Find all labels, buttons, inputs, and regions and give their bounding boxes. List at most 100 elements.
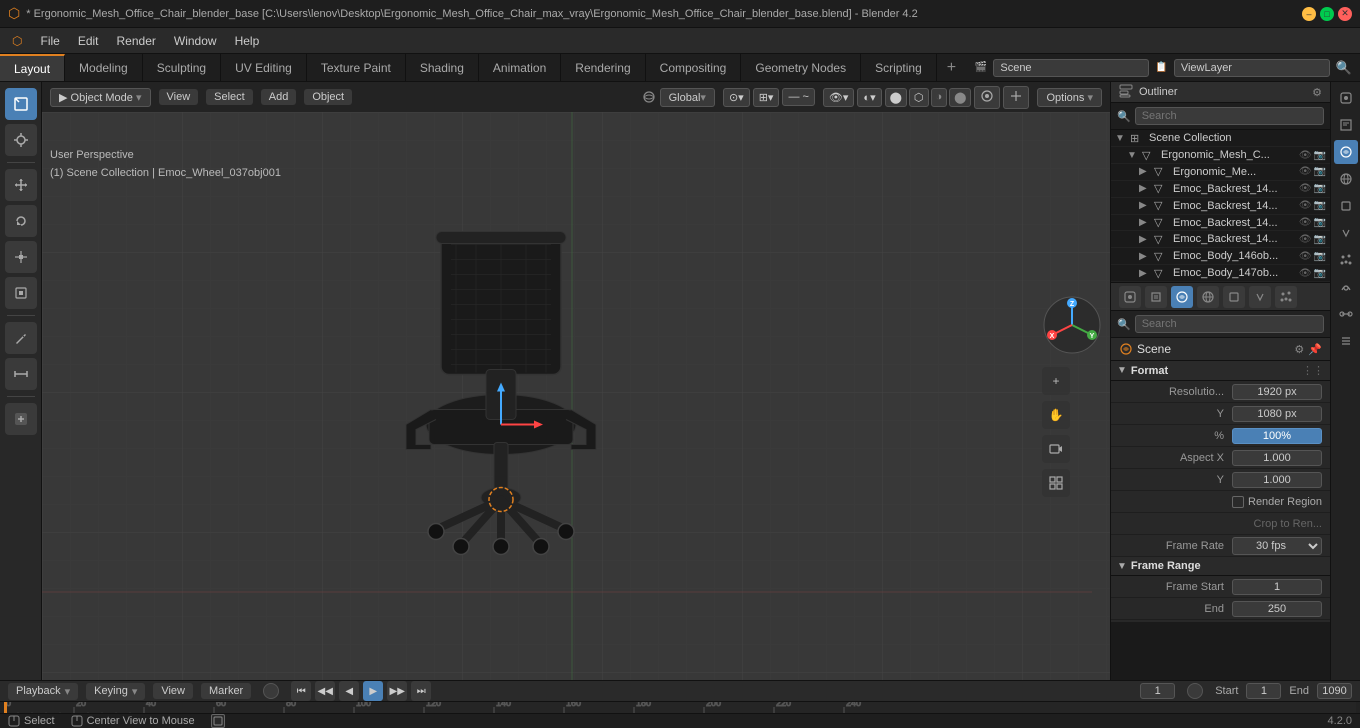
maximize-button[interactable]: □ [1320, 7, 1334, 21]
modifier-props-btn[interactable] [1249, 286, 1271, 308]
viewport-shading-btn[interactable]: ◐▾ [857, 88, 881, 107]
frame-rate-select[interactable]: 30 fps 24 fps 60 fps [1232, 537, 1322, 555]
tab-animation[interactable]: Animation [479, 54, 561, 81]
grid-view-nav[interactable] [1042, 469, 1070, 497]
tab-modeling[interactable]: Modeling [65, 54, 143, 81]
zoom-in-nav[interactable]: + [1042, 367, 1070, 395]
minimize-button[interactable]: – [1302, 7, 1316, 21]
eye-icon-5[interactable]: 👁 [1299, 234, 1312, 245]
camera-icon-1[interactable]: 📷 [1314, 166, 1326, 177]
viewport-3d[interactable]: ▶ Object Mode ▾ View Select Add Object G… [42, 82, 1110, 680]
object-mode-selector[interactable]: ▶ Object Mode ▾ [50, 88, 151, 107]
eye-icon-3[interactable]: 👁 [1299, 200, 1312, 211]
tree-item-5[interactable]: ▶ ▽ Emoc_Backrest_14... 👁 📷 [1111, 231, 1330, 248]
tree-item-1[interactable]: ▶ ▽ Ergonomic_Me... 👁 📷 [1111, 164, 1330, 181]
eye-icon-7[interactable]: 👁 [1299, 268, 1312, 279]
format-menu-icon[interactable]: ⋮⋮ [1302, 364, 1324, 377]
eye-icon-1[interactable]: 👁 [1299, 166, 1312, 177]
scale-tool[interactable] [5, 241, 37, 273]
jump-to-start-button[interactable]: ⏮ [291, 681, 311, 701]
scene-props-btn[interactable] [1171, 286, 1193, 308]
menu-window[interactable]: Window [166, 32, 225, 50]
output-props-btn[interactable] [1145, 286, 1167, 308]
3d-scene[interactable]: User Perspective (1) Scene Collection | … [42, 112, 1110, 680]
shading-mode-btn[interactable]: 👁▾ [823, 88, 855, 107]
scene-selector[interactable] [993, 59, 1149, 77]
viewport-view-menu[interactable]: View [159, 89, 199, 105]
speed-control[interactable] [1187, 683, 1203, 699]
world-props-btn[interactable] [1197, 286, 1219, 308]
format-section-header[interactable]: ▼ Format ⋮⋮ [1111, 361, 1330, 381]
current-frame-input[interactable] [1140, 683, 1175, 699]
physics-properties-icon[interactable] [1334, 275, 1358, 299]
camera-icon-6[interactable]: 📷 [1314, 251, 1326, 262]
tree-item-7[interactable]: ▶ ▽ Emoc_Body_147ob... 👁 📷 [1111, 265, 1330, 282]
select-box-tool[interactable] [5, 88, 37, 120]
tab-sculpting[interactable]: Sculpting [143, 54, 221, 81]
add-workspace-button[interactable]: + [937, 54, 966, 81]
play-reverse-button[interactable]: ◀ [339, 681, 359, 701]
tab-layout[interactable]: Layout [0, 54, 65, 81]
measure-tool[interactable] [5, 358, 37, 390]
scene-collection-root[interactable]: ▼ ⊞ Scene Collection [1111, 130, 1330, 147]
tab-rendering[interactable]: Rendering [561, 54, 645, 81]
aspect-y-input[interactable] [1232, 472, 1322, 488]
menu-file[interactable]: File [32, 32, 67, 50]
camera-icon-2[interactable]: 📷 [1314, 183, 1326, 194]
object-properties-icon[interactable] [1334, 194, 1358, 218]
tab-compositing[interactable]: Compositing [646, 54, 742, 81]
play-button[interactable]: ▶ [363, 681, 383, 701]
eye-icon-6[interactable]: 👁 [1299, 251, 1312, 262]
marker-menu[interactable]: Marker [201, 683, 251, 699]
playback-menu[interactable]: Playback ▾ [8, 683, 78, 700]
step-back-button[interactable]: ◀◀ [315, 681, 335, 701]
particles-properties-icon[interactable] [1334, 248, 1358, 272]
keying-menu[interactable]: Keying ▾ [86, 683, 145, 700]
frame-range-section-header[interactable]: ▼ Frame Range [1111, 557, 1330, 576]
outliner-search-input[interactable] [1135, 107, 1324, 125]
close-button[interactable]: ✕ [1338, 7, 1352, 21]
scene-settings-icon[interactable]: ⚙ [1294, 343, 1304, 356]
tab-shading[interactable]: Shading [406, 54, 479, 81]
tree-item-3[interactable]: ▶ ▽ Emoc_Backrest_14... 👁 📷 [1111, 198, 1330, 215]
properties-search-input[interactable] [1135, 315, 1324, 333]
pin-icon[interactable]: 📌 [1308, 343, 1322, 356]
options-btn[interactable]: Options ▾ [1037, 88, 1102, 107]
viewport-select-menu[interactable]: Select [206, 89, 253, 105]
menu-help[interactable]: Help [227, 32, 268, 50]
view-layer-selector[interactable] [1174, 59, 1330, 77]
view-menu-timeline[interactable]: View [153, 683, 193, 699]
add-object-tool[interactable] [5, 403, 37, 435]
snap-btn[interactable]: ⊞▾ [753, 88, 780, 107]
camera-icon-7[interactable]: 📷 [1314, 268, 1326, 279]
end-frame-input[interactable] [1317, 683, 1352, 699]
render-shading[interactable]: ⬤ [949, 88, 971, 107]
scene-properties-icon[interactable] [1334, 140, 1358, 164]
viewport-add-menu[interactable]: Add [261, 89, 297, 105]
menu-blender[interactable]: ⬡ [4, 32, 30, 50]
object-props-btn[interactable] [1223, 286, 1245, 308]
transform-tool[interactable] [5, 277, 37, 309]
wireframe-shading[interactable]: ⬡ [909, 88, 929, 107]
render-props-btn[interactable] [1119, 286, 1141, 308]
menu-edit[interactable]: Edit [70, 32, 107, 50]
material-shading[interactable]: ◑ [931, 88, 948, 107]
jump-to-end-button[interactable]: ⏭ [411, 681, 431, 701]
outliner-filter[interactable]: ⚙ [1312, 86, 1322, 99]
tab-geometry-nodes[interactable]: Geometry Nodes [741, 54, 861, 81]
eye-icon-4[interactable]: 👁 [1299, 217, 1312, 228]
solid-shading[interactable]: ⬤ [885, 88, 907, 107]
output-properties-icon[interactable] [1334, 113, 1358, 137]
camera-icon-5[interactable]: 📷 [1314, 234, 1326, 245]
timeline-ruler[interactable]: 0 20 40 60 80 100 120 140 160 180 [0, 701, 1360, 713]
tab-uv-editing[interactable]: UV Editing [221, 54, 307, 81]
tree-item-2[interactable]: ▶ ▽ Emoc_Backrest_14... 👁 📷 [1111, 181, 1330, 198]
render-properties-icon[interactable] [1334, 86, 1358, 110]
move-tool[interactable] [5, 169, 37, 201]
world-properties-icon[interactable] [1334, 167, 1358, 191]
record-button[interactable] [263, 683, 279, 699]
tree-item-0[interactable]: ▼ ▽ Ergonomic_Mesh_C... 👁 📷 [1111, 147, 1330, 164]
transform-orientation-btn[interactable]: — ~ [782, 88, 814, 106]
eye-icon-0[interactable]: 👁 [1299, 150, 1312, 161]
camera-icon-0[interactable]: 📷 [1314, 150, 1326, 161]
